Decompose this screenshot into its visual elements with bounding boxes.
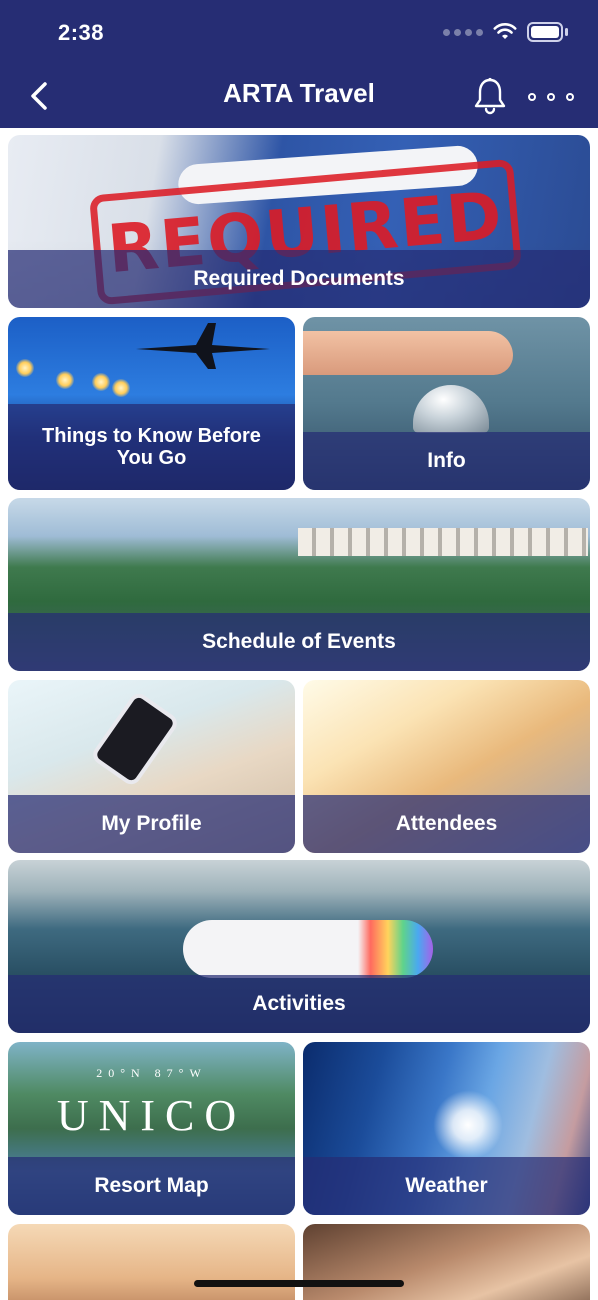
- tile-things-to-know[interactable]: Things to Know Before You Go: [8, 317, 295, 490]
- tile-my-profile[interactable]: My Profile: [8, 680, 295, 853]
- tile-label: Resort Map: [8, 1157, 295, 1215]
- tile-attendees[interactable]: Attendees: [303, 680, 590, 853]
- tile-schedule-of-events[interactable]: Schedule of Events: [8, 498, 590, 671]
- runway-light: [112, 379, 130, 397]
- runway-light: [92, 373, 110, 391]
- airplane-silhouette-icon: [136, 323, 270, 369]
- more-dot: [547, 93, 555, 101]
- tile-resort-map[interactable]: 20°N 87°W UNICO Resort Map: [8, 1042, 295, 1215]
- battery-tip: [565, 28, 568, 36]
- tile-label: Things to Know Before You Go: [8, 404, 295, 490]
- tile-activities[interactable]: Activities: [8, 860, 590, 1033]
- sun-image: [433, 1090, 503, 1160]
- tile-label: Attendees: [303, 795, 590, 853]
- unicorn-float-image: [183, 920, 433, 978]
- tile-label: Info: [303, 432, 590, 490]
- tile-people-photo[interactable]: [303, 1224, 590, 1300]
- app-screen: 2:38 ARTA Travel REQUIRED Required Docum…: [0, 0, 598, 1300]
- runway-light: [16, 359, 34, 377]
- app-header: 2:38 ARTA Travel: [0, 0, 598, 128]
- hand-image: [303, 331, 513, 375]
- tile-group-photo[interactable]: [8, 1224, 295, 1300]
- battery-icon: [527, 22, 563, 42]
- more-dot: [528, 93, 536, 101]
- notifications-button[interactable]: [470, 74, 510, 118]
- tile-info[interactable]: Info: [303, 317, 590, 490]
- resort-building-image: [298, 528, 588, 556]
- tile-required-documents[interactable]: REQUIRED Required Documents: [8, 135, 590, 308]
- unico-logo: UNICO: [56, 1091, 247, 1140]
- wifi-icon: [493, 23, 517, 39]
- tile-weather[interactable]: Weather: [303, 1042, 590, 1215]
- tile-label: Required Documents: [8, 250, 590, 308]
- runway-light: [56, 371, 74, 389]
- home-indicator[interactable]: [194, 1280, 404, 1287]
- tile-label: Schedule of Events: [8, 613, 590, 671]
- logo-subtext: 20°N 87°W: [96, 1066, 207, 1080]
- signal-dots-icon: [443, 28, 483, 36]
- status-icons: [443, 22, 568, 42]
- service-bell-image: [413, 385, 489, 433]
- tile-label: My Profile: [8, 795, 295, 853]
- smartphone-image: [89, 689, 181, 789]
- tile-label: Weather: [303, 1157, 590, 1215]
- tile-label: Activities: [8, 975, 590, 1033]
- more-dot: [566, 93, 574, 101]
- more-options-button[interactable]: [528, 84, 574, 110]
- bell-icon: [474, 77, 506, 115]
- status-time: 2:38: [58, 20, 105, 45]
